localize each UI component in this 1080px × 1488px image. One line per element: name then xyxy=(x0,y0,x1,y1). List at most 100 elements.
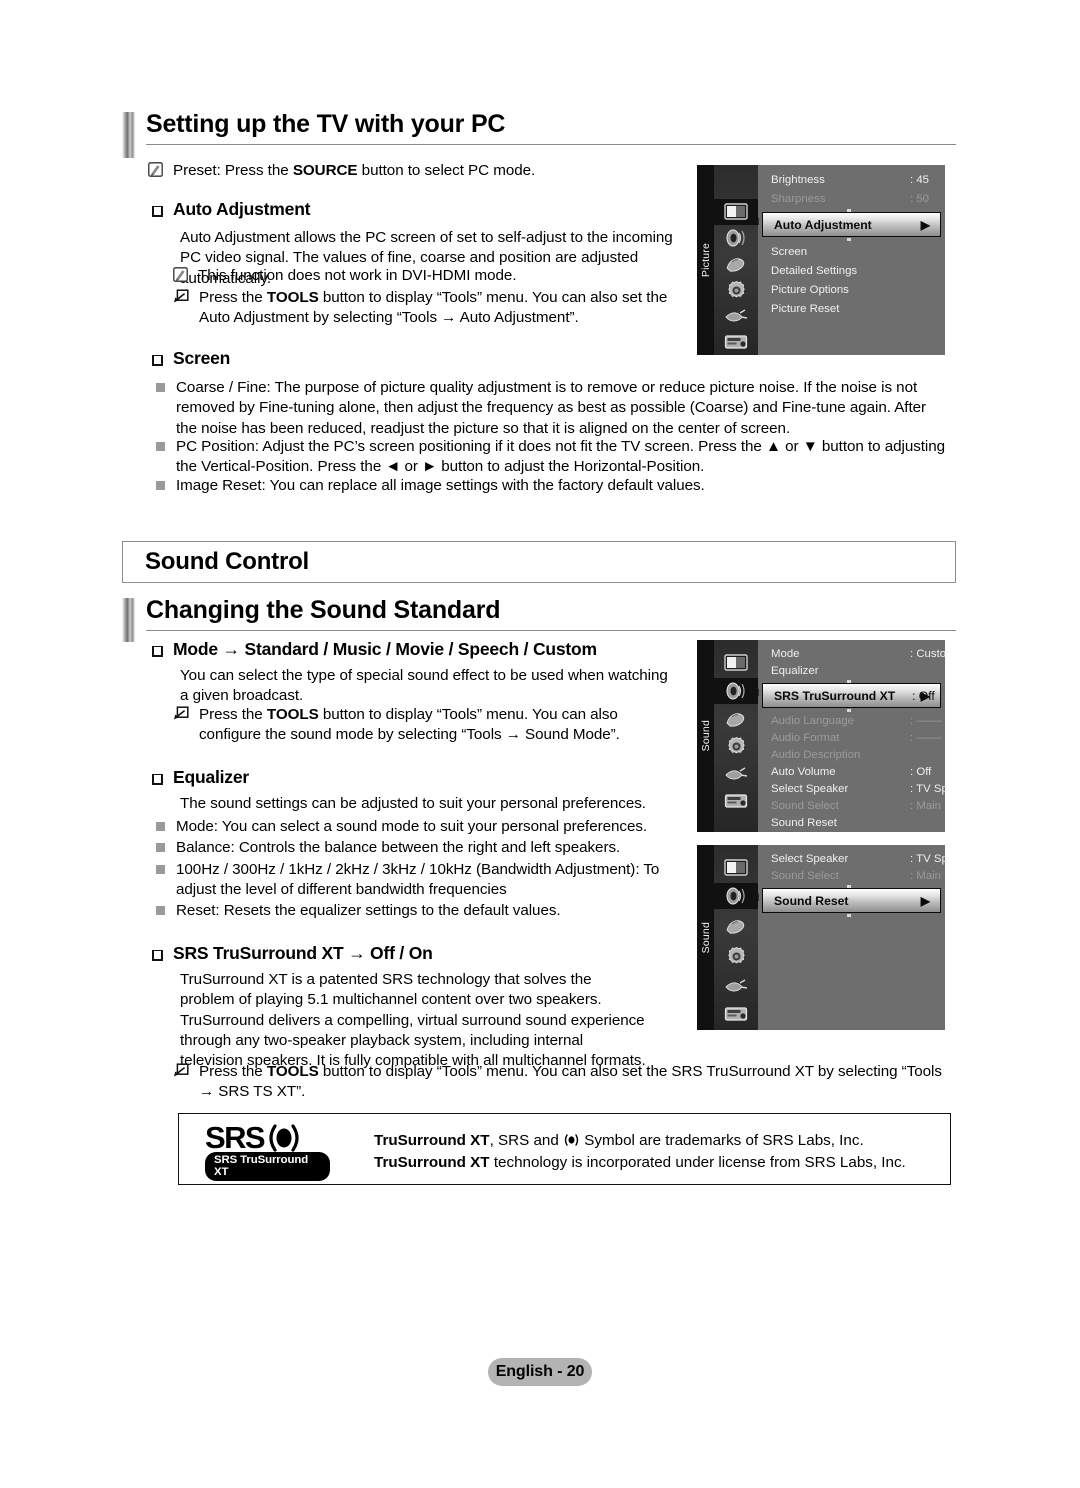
subheading-auto-adjustment: Auto Adjustment xyxy=(152,199,311,219)
osd-row-name: Select Speaker xyxy=(771,853,849,865)
page-footer: English - 20 xyxy=(488,1358,592,1386)
osd-row[interactable]: Audio Format : –––– xyxy=(758,729,945,747)
srs-logo-pill: SRS TruSurround XT xyxy=(205,1152,330,1181)
osd-highlighted-row[interactable]: Sound Reset ▶ xyxy=(762,888,941,913)
osd-row-name: Select Speaker xyxy=(771,783,849,795)
osd-highlighted-row[interactable]: SRS TruSurround XT : Off ▶ xyxy=(762,683,941,708)
list-bullet-icon xyxy=(156,383,165,392)
osd-selection-caret-icon: ◀ xyxy=(751,216,759,227)
osd-row[interactable]: Equalizer xyxy=(758,662,945,680)
osd-row[interactable]: Sound Select : Main xyxy=(758,867,945,885)
osd-icon-input[interactable] xyxy=(714,761,758,787)
osd-sound-menu-1[interactable]: Sound Mode: Custo Equalizer SRS TruSurr… xyxy=(697,640,945,832)
osd-picture-menu[interactable]: Picture Brightness: 45 Sharpness: 50 A… xyxy=(697,165,945,355)
equalizer-list-item: Mode: You can select a sound mode to sui… xyxy=(156,817,676,837)
osd-rail-label: Sound xyxy=(699,921,712,954)
osd-row[interactable]: Sharpness : 50 xyxy=(758,190,945,208)
mode-note: Press the TOOLS button to display “Tools… xyxy=(173,705,683,746)
osd-rail-tab: Sound xyxy=(697,640,714,832)
osd-icon-setup[interactable] xyxy=(714,943,758,969)
subheading-label: Screen xyxy=(173,348,231,368)
srs-body: TruSurround XT is a patented SRS technol… xyxy=(180,971,646,1070)
chevron-right-icon: ▶ xyxy=(920,688,930,703)
osd-row-name: Picture Reset xyxy=(771,303,840,315)
heading-accent-bar xyxy=(122,112,135,158)
osd-row-value: : TV Speaker xyxy=(910,783,945,795)
osd-row[interactable]: Picture Reset xyxy=(758,300,945,318)
subheading-mode: Mode → Standard / Music / Movie / Speech… xyxy=(152,639,597,659)
tools-keyword: TOOLS xyxy=(266,1063,319,1080)
list-bullet-icon xyxy=(156,822,165,831)
osd-row-value: : Custom xyxy=(910,648,945,660)
mode-body: You can select the type of special sound… xyxy=(180,667,668,705)
osd-icon-input[interactable] xyxy=(714,973,758,999)
osd-icon-setup[interactable] xyxy=(714,277,758,303)
osd-row[interactable]: Screen xyxy=(758,243,945,261)
screen-list-item: Coarse / Fine: The purpose of picture qu… xyxy=(156,378,946,439)
list-item-text: Balance: Controls the balance between th… xyxy=(176,839,621,856)
osd-icon-input[interactable] xyxy=(714,303,758,329)
osd-row-name: Screen xyxy=(771,246,808,258)
subheading-equalizer: Equalizer xyxy=(152,767,249,787)
osd-row[interactable]: Sound Select : Main xyxy=(758,797,945,815)
osd-icon-channel[interactable] xyxy=(714,706,758,732)
osd-row-name: Sound Reset xyxy=(771,817,837,829)
osd-row[interactable]: Picture Options xyxy=(758,281,945,299)
trademark-bold-1: TruSurround XT xyxy=(374,1132,490,1149)
osd-row-value: : –––– xyxy=(910,715,942,727)
osd-row-value: : Main xyxy=(910,800,942,812)
subheading-srs-trusurround: SRS TruSurround XT → Off / On xyxy=(152,943,433,963)
list-item-text: PC Position: Adjust the PC’s screen posi… xyxy=(176,438,946,476)
osd-sound-menu-2[interactable]: Sound Select Speaker: TV Sp Sound Selec… xyxy=(697,845,945,1030)
osd-rail-tab: Picture xyxy=(697,165,714,355)
osd-item-list: Select Speaker : TV Speaker Sound Select… xyxy=(758,845,945,1030)
osd-row[interactable]: Audio Description xyxy=(758,746,945,764)
osd-row[interactable]: Mode : Custom xyxy=(758,645,945,663)
osd-icon-setup[interactable] xyxy=(714,733,758,759)
heading-accent-bar xyxy=(122,598,135,642)
srs-symbol-icon xyxy=(563,1133,580,1153)
osd-row[interactable]: Brightness : 45 xyxy=(758,171,945,189)
equalizer-list-item: 100Hz / 300Hz / 1kHz / 2kHz / 3kHz / 10k… xyxy=(156,860,676,901)
osd-row-name: Audio Format xyxy=(771,732,840,744)
osd-tick-bottom xyxy=(847,238,851,241)
osd-highlighted-row[interactable]: Auto Adjustment ▶ xyxy=(762,212,941,237)
section-box-title: Sound Control xyxy=(145,548,310,575)
osd-icon-channel[interactable] xyxy=(714,251,758,277)
osd-rail-label: Picture xyxy=(699,242,712,278)
auto-adjustment-note-2: Press the TOOLS button to display “Tools… xyxy=(173,288,698,329)
manual-page: Setting up the TV with your PC Preset: P… xyxy=(0,0,1080,1488)
trademark-bold-2: TruSurround XT xyxy=(374,1154,490,1172)
osd-row[interactable]: Select Speaker : TV Speaker xyxy=(758,780,945,798)
tools-icon xyxy=(173,289,189,304)
tools-keyword: TOOLS xyxy=(266,706,319,723)
osd-row-name: Brightness xyxy=(771,174,825,186)
osd-row[interactable]: Sound Reset xyxy=(758,814,945,832)
osd-icon-support[interactable] xyxy=(714,329,758,355)
osd-row-name: Equalizer xyxy=(771,665,819,677)
srs-logo-word: SRS xyxy=(205,1120,266,1155)
list-item-text: Image Reset: You can replace all image s… xyxy=(176,477,705,494)
osd-icon-channel[interactable] xyxy=(714,913,758,939)
osd-row-name: Auto Adjustment xyxy=(774,217,872,232)
osd-icon-picture[interactable] xyxy=(714,650,758,676)
section-heading-changing-sound-standard: Changing the Sound Standard xyxy=(122,598,956,642)
equalizer-body: The sound settings can be adjusted to su… xyxy=(180,795,646,812)
trademark-text-3: Symbol are trademarks of SRS Labs, Inc. xyxy=(580,1132,864,1149)
osd-row-name: Detailed Settings xyxy=(771,265,858,277)
osd-icon-support[interactable] xyxy=(714,788,758,814)
osd-icon-picture[interactable] xyxy=(714,855,758,881)
osd-row-value: : 45 xyxy=(910,174,929,186)
osd-row[interactable]: Detailed Settings xyxy=(758,262,945,280)
srs-logo: SRS SRS TruSurround XT xyxy=(205,1122,330,1181)
osd-row[interactable]: Select Speaker : TV Speaker xyxy=(758,850,945,868)
list-item-text: Mode: You can select a sound mode to sui… xyxy=(176,818,648,835)
osd-row[interactable]: Audio Language : –––– xyxy=(758,712,945,730)
osd-icon-support[interactable] xyxy=(714,1001,758,1027)
subheading-label: SRS TruSurround XT → Off / On xyxy=(173,943,433,963)
auto-adjustment-note-1: This function does not work in DVI-HDMI … xyxy=(173,266,693,286)
osd-icon-sound[interactable] xyxy=(714,225,758,251)
osd-row[interactable]: Auto Volume : Off xyxy=(758,763,945,781)
bullet-square-icon xyxy=(152,950,163,961)
bullet-square-icon xyxy=(152,355,163,366)
